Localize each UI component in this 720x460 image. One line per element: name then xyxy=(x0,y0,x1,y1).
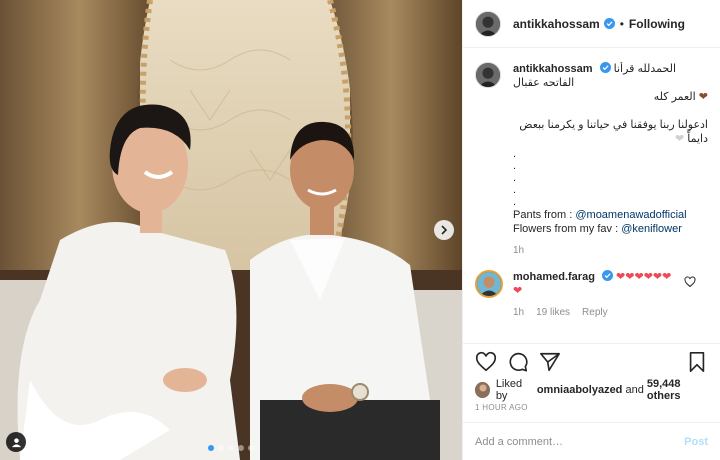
caption-body: antikkahossam الحمدلله قرأنا الفاتحه عقب… xyxy=(513,62,708,258)
profile-photo xyxy=(476,11,500,36)
engagement-photo xyxy=(0,0,462,460)
caption-dot-line: . xyxy=(513,172,517,184)
flowers-mention-link[interactable]: @keniflower xyxy=(621,223,682,235)
caption-line-3-row: ادعولنا ربنا يوفقنا في حياتنا و يكرمنا ب… xyxy=(513,118,708,146)
liker-avatar[interactable] xyxy=(475,382,490,398)
heart-icon xyxy=(475,351,497,371)
carousel-dot xyxy=(208,445,214,451)
share-icon xyxy=(540,352,560,371)
carousel-indicator xyxy=(0,445,462,451)
flowers-label: Flowers from my fav : xyxy=(513,223,619,235)
like-button[interactable] xyxy=(475,351,497,373)
caption-dot-line: . xyxy=(513,184,517,196)
liker-username[interactable]: omniaabolyazed xyxy=(537,384,623,396)
comment-hearts: ❤❤❤❤❤❤ xyxy=(616,271,672,283)
pants-label: Pants from : xyxy=(513,209,573,221)
post-sidebar: antikkahossam • Following antikkahossam xyxy=(462,0,720,460)
carousel-dot xyxy=(218,445,224,451)
likes-count[interactable]: 59,448 others xyxy=(647,378,712,402)
add-comment-bar: Post xyxy=(463,422,720,460)
post-comment-button[interactable]: Post xyxy=(684,436,708,448)
pants-credit: Pants from : @moamenawadofficial xyxy=(513,208,708,222)
separator-dot: • xyxy=(619,16,624,31)
profile-photo xyxy=(476,63,500,87)
avatar[interactable] xyxy=(475,270,503,298)
comment-time[interactable]: 1h xyxy=(513,306,524,320)
profile-photo xyxy=(477,272,501,296)
caption-dot-line: . xyxy=(513,160,517,172)
reply-button[interactable]: Reply xyxy=(582,306,608,320)
author-username[interactable]: antikkahossam xyxy=(513,17,600,31)
share-button[interactable] xyxy=(539,351,561,373)
comment-hearts-2: ❤ xyxy=(513,285,523,297)
verified-badge-icon xyxy=(601,270,613,281)
caption-username[interactable]: antikkahossam xyxy=(513,63,592,75)
post-timestamp[interactable]: 1 HOUR AGO xyxy=(475,403,528,412)
instagram-post: antikkahossam • Following antikkahossam xyxy=(0,0,720,460)
comment-likes[interactable]: 19 likes xyxy=(536,306,570,320)
caption-line-2: العمر كله xyxy=(653,91,696,103)
comment-icon xyxy=(509,352,528,372)
verified-badge-icon xyxy=(599,62,611,73)
likes-and: and xyxy=(625,384,644,396)
comment-meta: 1h 19 likes Reply xyxy=(513,306,708,320)
flowers-credit: Flowers from my fav : @keniflower xyxy=(513,222,708,236)
comments-list[interactable]: antikkahossam الحمدلله قرأنا الفاتحه عقب… xyxy=(463,62,720,340)
comment-username[interactable]: mohamed.farag xyxy=(513,271,595,283)
carousel-dot xyxy=(228,445,234,451)
caption: antikkahossam الحمدلله قرأنا الفاتحه عقب… xyxy=(475,62,708,258)
like-comment-icon[interactable] xyxy=(684,276,696,288)
brown-heart-emoji: ❤ xyxy=(698,91,708,103)
white-heart-emoji: ❤ xyxy=(674,133,685,145)
caption-time[interactable]: 1h xyxy=(513,244,524,258)
save-button[interactable] xyxy=(686,351,708,373)
caption-dot-line: . xyxy=(513,148,517,160)
comment-input[interactable] xyxy=(475,435,685,448)
comment-body: mohamed.farag ❤❤❤❤❤❤ ❤ 1h 19 likes Reply xyxy=(513,270,708,320)
action-bar xyxy=(463,343,720,379)
caption-line-2-row: ❤ العمر كله xyxy=(513,90,708,104)
liker-photo xyxy=(475,382,490,398)
likes-prefix: Liked by xyxy=(495,378,523,402)
bookmark-icon xyxy=(689,351,705,372)
likes-summary: Liked by omniaabolyazed and 59,448 other… xyxy=(475,378,712,402)
post-photo[interactable] xyxy=(0,0,462,460)
pants-mention-link[interactable]: @moamenawadofficial xyxy=(575,209,686,221)
comment-item: mohamed.farag ❤❤❤❤❤❤ ❤ 1h 19 likes Reply xyxy=(475,270,708,320)
carousel-dot xyxy=(248,445,254,451)
carousel-dot xyxy=(238,445,244,451)
post-header: antikkahossam • Following xyxy=(463,0,720,48)
caption-dot-line: . xyxy=(513,196,517,208)
avatar[interactable] xyxy=(475,10,501,37)
next-photo-button[interactable] xyxy=(434,220,454,240)
verified-badge-icon xyxy=(603,18,615,29)
caption-dots: ..... xyxy=(513,148,708,208)
following-button[interactable]: Following xyxy=(629,17,685,31)
avatar[interactable] xyxy=(475,62,501,88)
caption-meta: 1h xyxy=(513,244,708,258)
comment-button[interactable] xyxy=(507,351,529,373)
chevron-right-icon xyxy=(441,225,448,235)
